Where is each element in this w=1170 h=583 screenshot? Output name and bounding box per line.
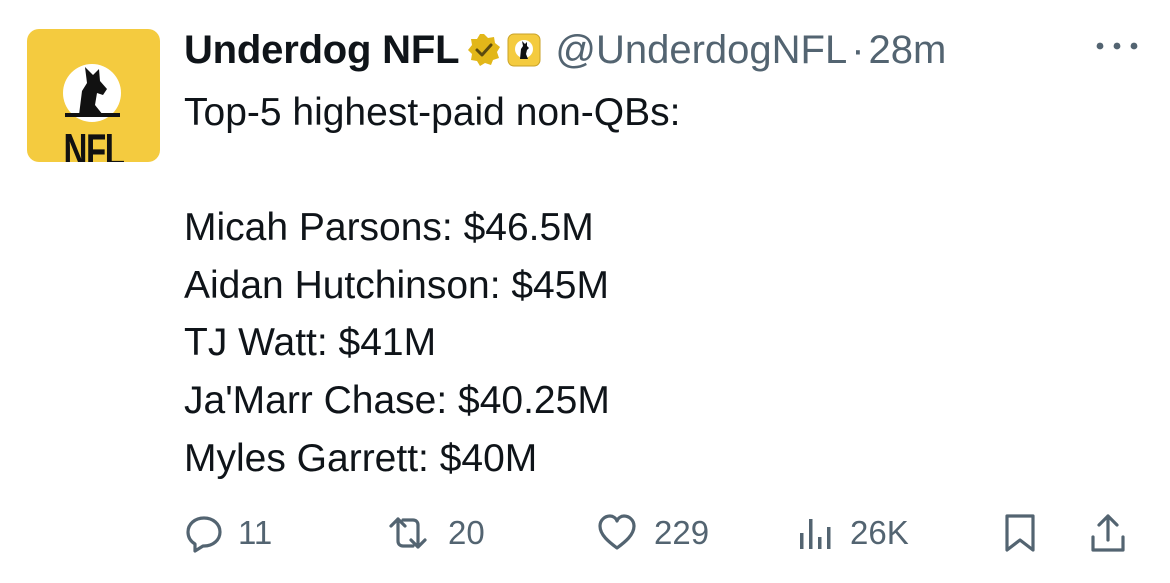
avatar-text: NFL [63, 124, 125, 162]
like-button[interactable]: 229 [594, 507, 709, 559]
bookmark-icon [1005, 514, 1035, 552]
share-icon [1091, 514, 1125, 552]
tweet-header: Underdog NFL @UnderdogNFL · 28m [184, 22, 946, 78]
tweet-line: Aidan Hutchinson: $45M [184, 263, 609, 307]
repost-button[interactable]: 20 [382, 507, 485, 559]
display-name[interactable]: Underdog NFL [184, 28, 460, 73]
separator-dot: · [851, 27, 865, 72]
reply-icon [186, 516, 222, 553]
tweet-line: Myles Garrett: $40M [184, 436, 538, 480]
tweet-line [184, 142, 680, 200]
handle[interactable]: @UnderdogNFL [555, 28, 847, 73]
share-button[interactable] [1088, 507, 1128, 559]
reply-button[interactable]: 11 [184, 507, 272, 559]
tweet-line: Ja'Marr Chase: $40.25M [184, 378, 610, 422]
tweet-line: Top-5 highest-paid non-QBs: [184, 91, 681, 134]
tweet-line: Micah Parsons: $46.5M [184, 206, 594, 250]
like-count: 229 [654, 514, 710, 551]
verified-badge-icon[interactable] [467, 33, 501, 67]
underdog-affiliate-icon[interactable] [507, 33, 541, 67]
heart-icon [598, 514, 636, 550]
action-bar: 11 20 229 26K [184, 507, 1144, 559]
avatar[interactable]: NFL [27, 29, 160, 162]
views-button[interactable]: 26K [796, 507, 909, 559]
tweet-line: TJ Watt: $41M [184, 321, 437, 365]
repost-count: 20 [448, 514, 485, 551]
views-chart-icon [800, 519, 831, 549]
tweet-text: Top-5 highest-paid non-QBs: Micah Parson… [184, 84, 680, 487]
timestamp[interactable]: 28m [869, 28, 947, 73]
views-count: 26K [850, 514, 909, 551]
bookmark-button[interactable] [1000, 507, 1040, 559]
repost-icon [389, 517, 427, 549]
more-options-icon[interactable] [1094, 36, 1140, 56]
reply-count: 11 [238, 514, 273, 551]
